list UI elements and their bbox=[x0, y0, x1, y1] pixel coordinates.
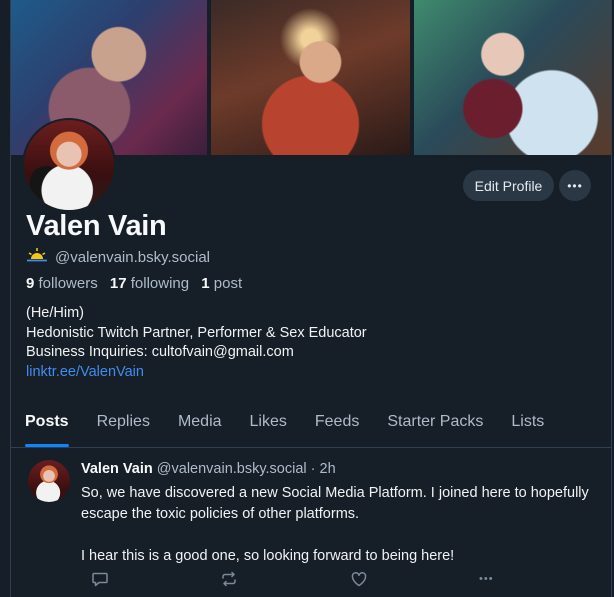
tab-replies[interactable]: Replies bbox=[83, 400, 164, 447]
profile-stats: 9 followers 17 following 1 post bbox=[26, 275, 242, 292]
tab-media[interactable]: Media bbox=[164, 400, 236, 447]
profile-handle[interactable]: @valenvain.bsky.social bbox=[55, 249, 210, 266]
sun-icon bbox=[27, 248, 47, 266]
post-more-icon[interactable]: ••• bbox=[479, 570, 501, 588]
bio-line: Business Inquiries: cultofvain@gmail.com bbox=[26, 344, 294, 360]
profile-more-button[interactable]: ••• bbox=[559, 170, 591, 201]
handle-row: @valenvain.bsky.social bbox=[27, 248, 210, 266]
post-paragraph: I hear this is a good one, so looking fo… bbox=[81, 548, 455, 564]
post-author-avatar[interactable] bbox=[28, 460, 70, 502]
reply-icon[interactable] bbox=[91, 570, 109, 588]
post-header: Valen Vain @valenvain.bsky.social · 2h bbox=[81, 461, 336, 477]
tab-likes[interactable]: Likes bbox=[236, 400, 301, 447]
post-separator: · bbox=[310, 461, 316, 477]
banner-image-3 bbox=[414, 0, 611, 155]
profile-page: Edit Profile ••• Valen Vain @valenvain.b… bbox=[10, 0, 612, 597]
edit-profile-button[interactable]: Edit Profile bbox=[463, 170, 554, 201]
more-icon: ••• bbox=[567, 178, 583, 193]
bio-line: Hedonistic Twitch Partner, Performer & S… bbox=[26, 324, 367, 341]
tab-feeds[interactable]: Feeds bbox=[301, 400, 373, 447]
post-timestamp[interactable]: 2h bbox=[320, 461, 336, 477]
tab-posts[interactable]: Posts bbox=[11, 400, 83, 447]
post-author-name[interactable]: Valen Vain bbox=[81, 461, 153, 477]
post-actions: ••• bbox=[81, 570, 501, 588]
banner-image-2 bbox=[211, 0, 410, 155]
posts-count: 1 post bbox=[201, 275, 243, 292]
repost-icon[interactable] bbox=[220, 570, 238, 588]
heart-icon[interactable] bbox=[350, 570, 368, 588]
display-name: Valen Vain bbox=[26, 210, 167, 242]
tab-starter-packs[interactable]: Starter Packs bbox=[373, 400, 497, 447]
tab-lists[interactable]: Lists bbox=[497, 400, 558, 447]
profile-tabs: Posts Replies Media Likes Feeds Starter … bbox=[11, 400, 611, 448]
post-item[interactable]: Valen Vain @valenvain.bsky.social · 2h S… bbox=[11, 448, 611, 597]
post-body: So, we have discovered a new Social Medi… bbox=[81, 483, 591, 567]
bio-pronouns: (He/Him) bbox=[26, 305, 84, 321]
followers-link[interactable]: 9 followers bbox=[26, 275, 98, 292]
profile-bio: (He/Him) Hedonistic Twitch Partner, Perf… bbox=[26, 304, 367, 382]
profile-avatar[interactable] bbox=[22, 118, 116, 212]
bio-link[interactable]: linktr.ee/ValenVain bbox=[26, 364, 144, 380]
following-link[interactable]: 17 following bbox=[110, 275, 189, 292]
post-author-handle[interactable]: @valenvain.bsky.social bbox=[157, 461, 307, 477]
post-paragraph: So, we have discovered a new Social Medi… bbox=[81, 485, 589, 522]
